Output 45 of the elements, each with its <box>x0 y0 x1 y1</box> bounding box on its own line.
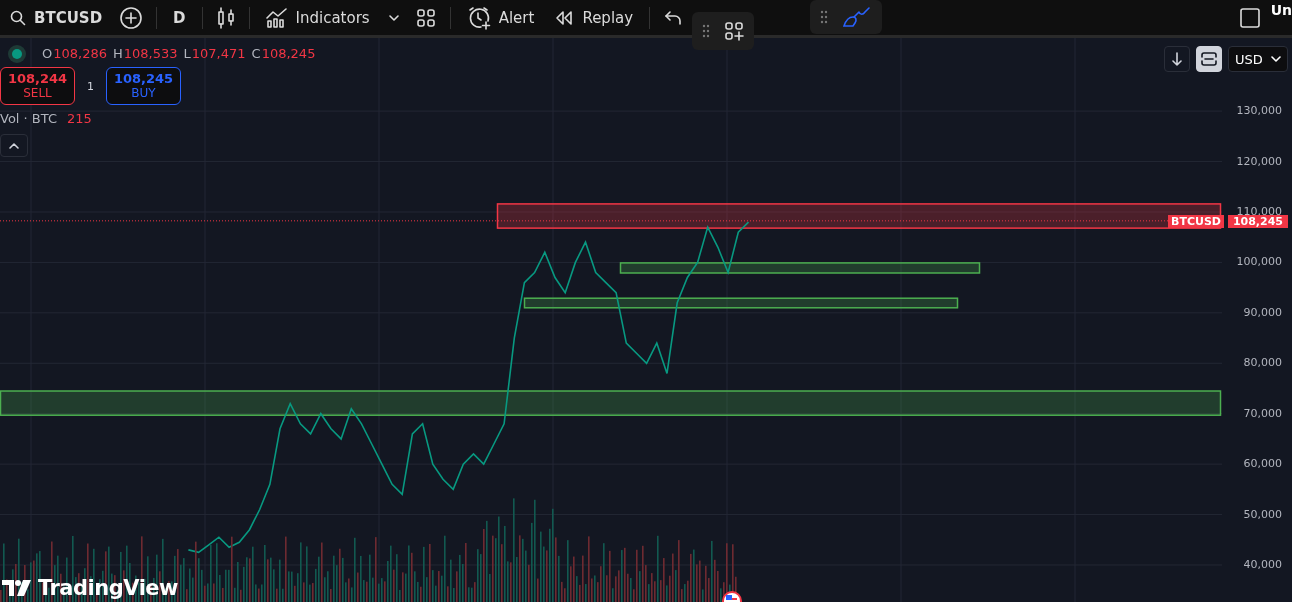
price-zone-rectangle[interactable] <box>523 297 959 309</box>
drag-handle-icon[interactable] <box>702 24 710 38</box>
brush-icon[interactable] <box>842 6 872 28</box>
chart-bars-icon[interactable] <box>265 7 288 28</box>
alert-button[interactable]: Alert <box>458 1 543 34</box>
ohlc-value: O108,286 <box>42 46 107 61</box>
ohlc-value: H 108,533 <box>113 46 178 61</box>
status-dot <box>12 48 22 59</box>
price-axis-label: 100,000 <box>1236 255 1282 269</box>
price-axis-label: 130,000 <box>1236 104 1282 118</box>
quantity-label: 1 <box>86 79 95 93</box>
currency-dropdown[interactable]: USD <box>1228 46 1288 72</box>
price-axis-label: 60,000 <box>1243 457 1282 471</box>
ohlc-value: L107,471 <box>183 46 246 61</box>
logo-icon[interactable] <box>2 579 32 597</box>
price-zone-rectangle[interactable] <box>0 390 1222 416</box>
alarm-clock-icon[interactable] <box>466 5 491 30</box>
sell-button[interactable]: 108,244 SELL <box>0 67 75 105</box>
symbol-price-tag: BTCUSD <box>1168 214 1224 228</box>
price-axis-label: 120,000 <box>1236 154 1282 168</box>
search-icon[interactable] <box>10 9 26 26</box>
price-axis-label: 40,000 <box>1243 558 1282 571</box>
volume-value: 215 <box>67 111 92 126</box>
add-widget-icon[interactable] <box>724 21 744 41</box>
price-axis-label: 50,000 <box>1243 507 1282 521</box>
price-zone-rectangle[interactable] <box>496 203 1222 229</box>
rewind-icon[interactable] <box>554 9 575 26</box>
logo-wordmark: TradingView <box>38 576 178 600</box>
collapse-chevron-icon[interactable] <box>0 134 28 157</box>
volume-label: Vol · BTC <box>0 111 58 126</box>
auto-scale-icon[interactable] <box>1196 46 1222 72</box>
drag-handle-icon[interactable] <box>820 10 828 24</box>
buy-button[interactable]: 108,245 BUY <box>106 67 181 105</box>
price-axis-label: 80,000 <box>1243 356 1282 370</box>
caret-icon[interactable] <box>1271 56 1281 62</box>
price-zone-rectangle[interactable] <box>619 262 981 274</box>
indicators-button[interactable]: Indicators <box>257 3 378 32</box>
ohlc-value: C 108,245 <box>251 46 316 61</box>
price-axis-label: 70,000 <box>1243 406 1282 420</box>
price-axis-tag: 108,245 <box>1227 214 1288 228</box>
toolbar-label: Un <box>1270 2 1292 18</box>
symbol-search-button[interactable]: BTCUSD <box>2 4 111 31</box>
interval-button[interactable]: D <box>165 4 194 31</box>
price-axis-label: 90,000 <box>1243 305 1282 319</box>
replay-button[interactable]: Replay <box>546 4 642 31</box>
